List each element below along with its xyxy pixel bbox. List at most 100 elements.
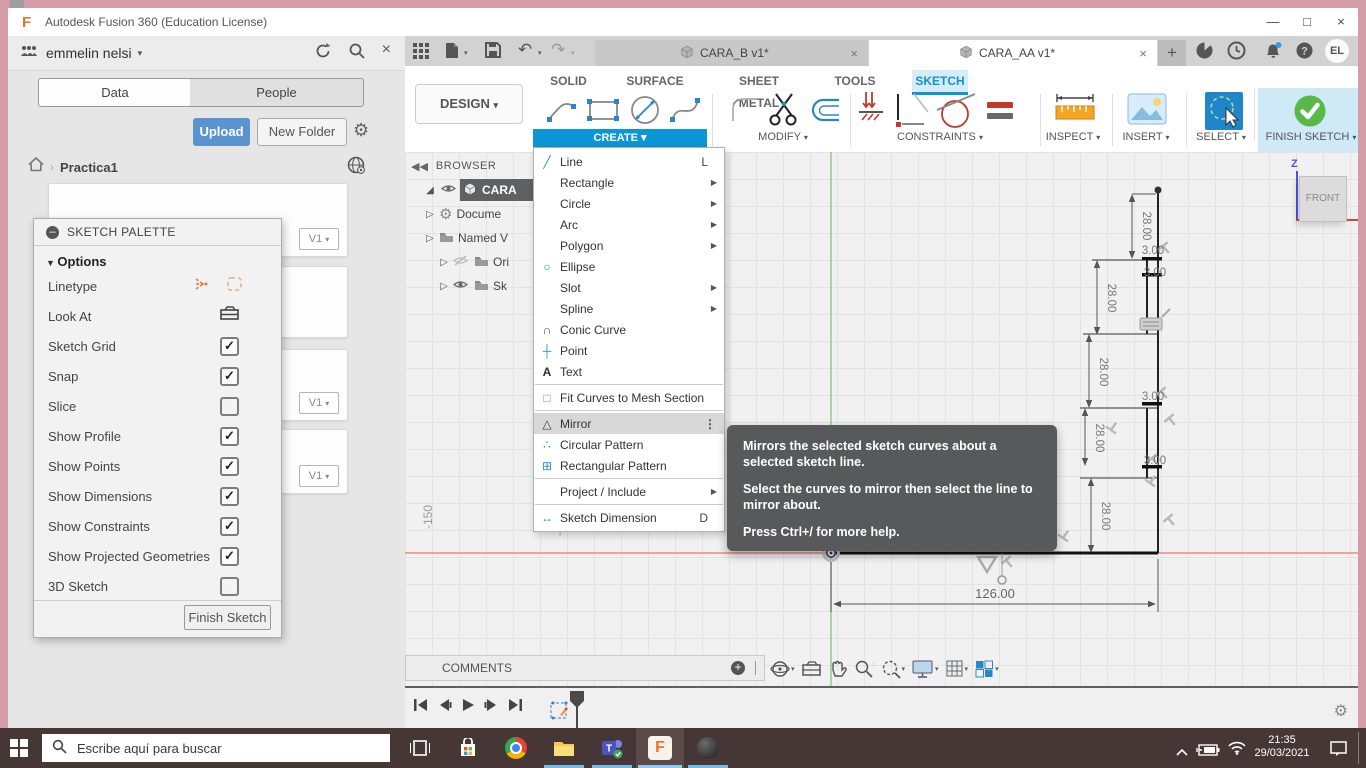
save-icon[interactable] [485,42,501,63]
app-grid-icon[interactable] [413,43,429,64]
sketch-dimension-value[interactable]: 3.00 [1142,245,1164,257]
sketch-spline-icon[interactable] [667,92,703,133]
new-tab-button[interactable]: + [1158,40,1186,66]
zoom-icon[interactable]: ± [854,659,874,679]
new-document-icon[interactable] [445,42,459,64]
eye-icon[interactable] [453,279,468,293]
gear-icon[interactable]: ⚙ [353,120,369,141]
group-label-select[interactable]: SELECT ▾ [1196,131,1246,143]
grid-settings-icon[interactable]: ▾ [946,660,969,678]
tab-people[interactable]: People [190,78,364,107]
collapse-browser-icon[interactable]: ◀◀ [411,160,428,173]
user-name[interactable]: emmelin nelsi [46,45,132,61]
search-input[interactable]: Escribe aquí para buscar [42,734,390,762]
comments-resize-handle[interactable] [755,661,756,675]
add-comment-icon[interactable]: + [731,661,745,675]
menu-item-rectangle[interactable]: Rectangle▶ [534,172,724,193]
undo-arrow-icon[interactable]: ▾ [538,49,542,57]
menu-item-line[interactable]: ╱LineL [534,151,724,172]
notifications-bell-icon[interactable] [1263,41,1283,65]
menu-item-project-include[interactable]: Project / Include▶ [534,481,724,502]
look-at-icon[interactable] [802,661,822,677]
insert-image-icon[interactable] [1127,92,1167,131]
finish-sketch-icon[interactable] [1293,94,1327,133]
sketch-dimension-value[interactable]: 3.00 [1144,267,1166,279]
sketch-palette-header[interactable]: – SKETCH PALETTE [34,219,281,246]
create-group-open-header[interactable]: CREATE ▾ [533,129,707,147]
teams-icon[interactable]: T [588,728,636,768]
sketch-feature-icon[interactable] [550,700,570,725]
upload-button[interactable]: Upload [193,118,250,146]
home-icon[interactable] [28,157,44,177]
tangent-constraint-icon[interactable] [933,90,977,135]
new-document-arrow-icon[interactable]: ▾ [464,49,468,57]
menu-item-conic-curve[interactable]: ∩Conic Curve [534,319,724,340]
new-folder-button[interactable]: New Folder [257,118,347,146]
fusion-360-taskbar-icon[interactable]: F [636,728,684,768]
sketch-dimension-value[interactable]: 28.00 [1140,212,1152,241]
chrome-icon[interactable] [492,728,540,768]
view-cube[interactable]: Z X FRONT [1283,158,1358,232]
equal-constraint-icon[interactable] [985,100,1015,127]
browser-row-docume[interactable]: ▷⚙Docume [405,202,534,226]
sketch-dimension-value[interactable]: 28.00 [1099,502,1111,531]
group-label-insert[interactable]: INSERT ▾ [1122,131,1169,143]
display-settings-icon[interactable]: ▾ [912,660,939,678]
dropdown-arrow-icon[interactable]: ▾ [935,665,939,673]
sketch-dimension-value[interactable]: 3.00 [1144,455,1166,467]
sketch-dimension-value[interactable]: 28.00 [1097,358,1109,387]
file-explorer-icon[interactable] [540,728,588,768]
projection-linetype-icon[interactable] [226,276,244,297]
menu-item-slot[interactable]: Slot▶ [534,277,724,298]
trim-scissors-icon[interactable] [767,90,803,133]
menu-item-point[interactable]: ┼Point [534,340,724,361]
checkbox-show-points[interactable]: ✓ [220,457,239,476]
tray-chevron-up-icon[interactable] [1176,743,1188,761]
menu-item-fit-curves-to-mesh-section[interactable]: □Fit Curves to Mesh Section [534,387,724,408]
menu-item-sketch-dimension[interactable]: ↔Sketch DimensionD [534,507,724,528]
menu-item-rectangular-pattern[interactable]: ⊞Rectangular Pattern [534,455,724,476]
redo-arrow-icon[interactable]: ▾ [571,49,575,57]
close-tab-icon[interactable]: × [850,46,858,61]
group-label-inspect[interactable]: INSPECT ▾ [1046,131,1101,143]
select-tool-icon[interactable] [1205,92,1243,135]
collapse-icon[interactable]: – [46,226,59,239]
checkbox-show-dimensions[interactable]: ✓ [220,487,239,506]
redo-icon[interactable]: ↷ [551,40,565,60]
expander-open-icon[interactable]: ◢ [423,185,437,196]
wifi-icon[interactable] [1228,741,1246,760]
comments-bar[interactable]: COMMENTS + [405,655,765,681]
workspace-design-button[interactable]: DESIGN ▾ [415,84,523,124]
tab-data[interactable]: Data [38,78,192,107]
dimension-badge[interactable] [1140,309,1170,330]
action-center-icon[interactable] [1330,741,1347,762]
refresh-icon[interactable] [314,42,332,65]
browser-header[interactable]: ◀◀ BROWSER [405,154,534,178]
battery-icon[interactable] [1196,743,1220,761]
group-label-finish-sketch[interactable]: FINISH SKETCH ▾ [1266,131,1357,143]
sketch-endpoint[interactable] [1155,187,1162,194]
menu-item-mirror[interactable]: △Mirror⋮ [534,413,724,434]
dropdown-arrow-icon[interactable]: ▾ [965,665,969,673]
menu-item-ellipse[interactable]: ○Ellipse [534,256,724,277]
checkbox-snap[interactable]: ✓ [220,367,239,386]
eye-icon[interactable] [441,183,456,197]
viewports-icon[interactable]: ▾ [975,660,999,678]
maximize-button[interactable]: □ [1290,9,1324,35]
breadcrumb-project[interactable]: Practica1 [60,160,118,175]
viewcube-front-face[interactable]: FRONT [1299,176,1347,222]
minimize-button[interactable]: — [1256,9,1290,35]
step-back-icon[interactable] [437,698,452,717]
microsoft-store-icon[interactable] [444,728,492,768]
expander-closed-icon[interactable]: ▷ [437,257,451,268]
finish-sketch-button[interactable]: Finish Sketch [184,605,271,630]
menu-item-spline[interactable]: Spline▶ [534,298,724,319]
play-icon[interactable] [461,698,475,717]
group-label-modify[interactable]: MODIFY ▾ [758,131,808,143]
expander-closed-icon[interactable]: ▷ [423,233,437,244]
version-dropdown[interactable]: V1 ▾ [299,392,339,414]
document-tab-inactive[interactable]: CARA_B v1* × [595,40,868,66]
browser-row-sk[interactable]: ▷Sk [405,274,534,298]
close-panel-icon[interactable]: × [382,42,391,65]
version-dropdown[interactable]: V1 ▾ [299,465,339,487]
